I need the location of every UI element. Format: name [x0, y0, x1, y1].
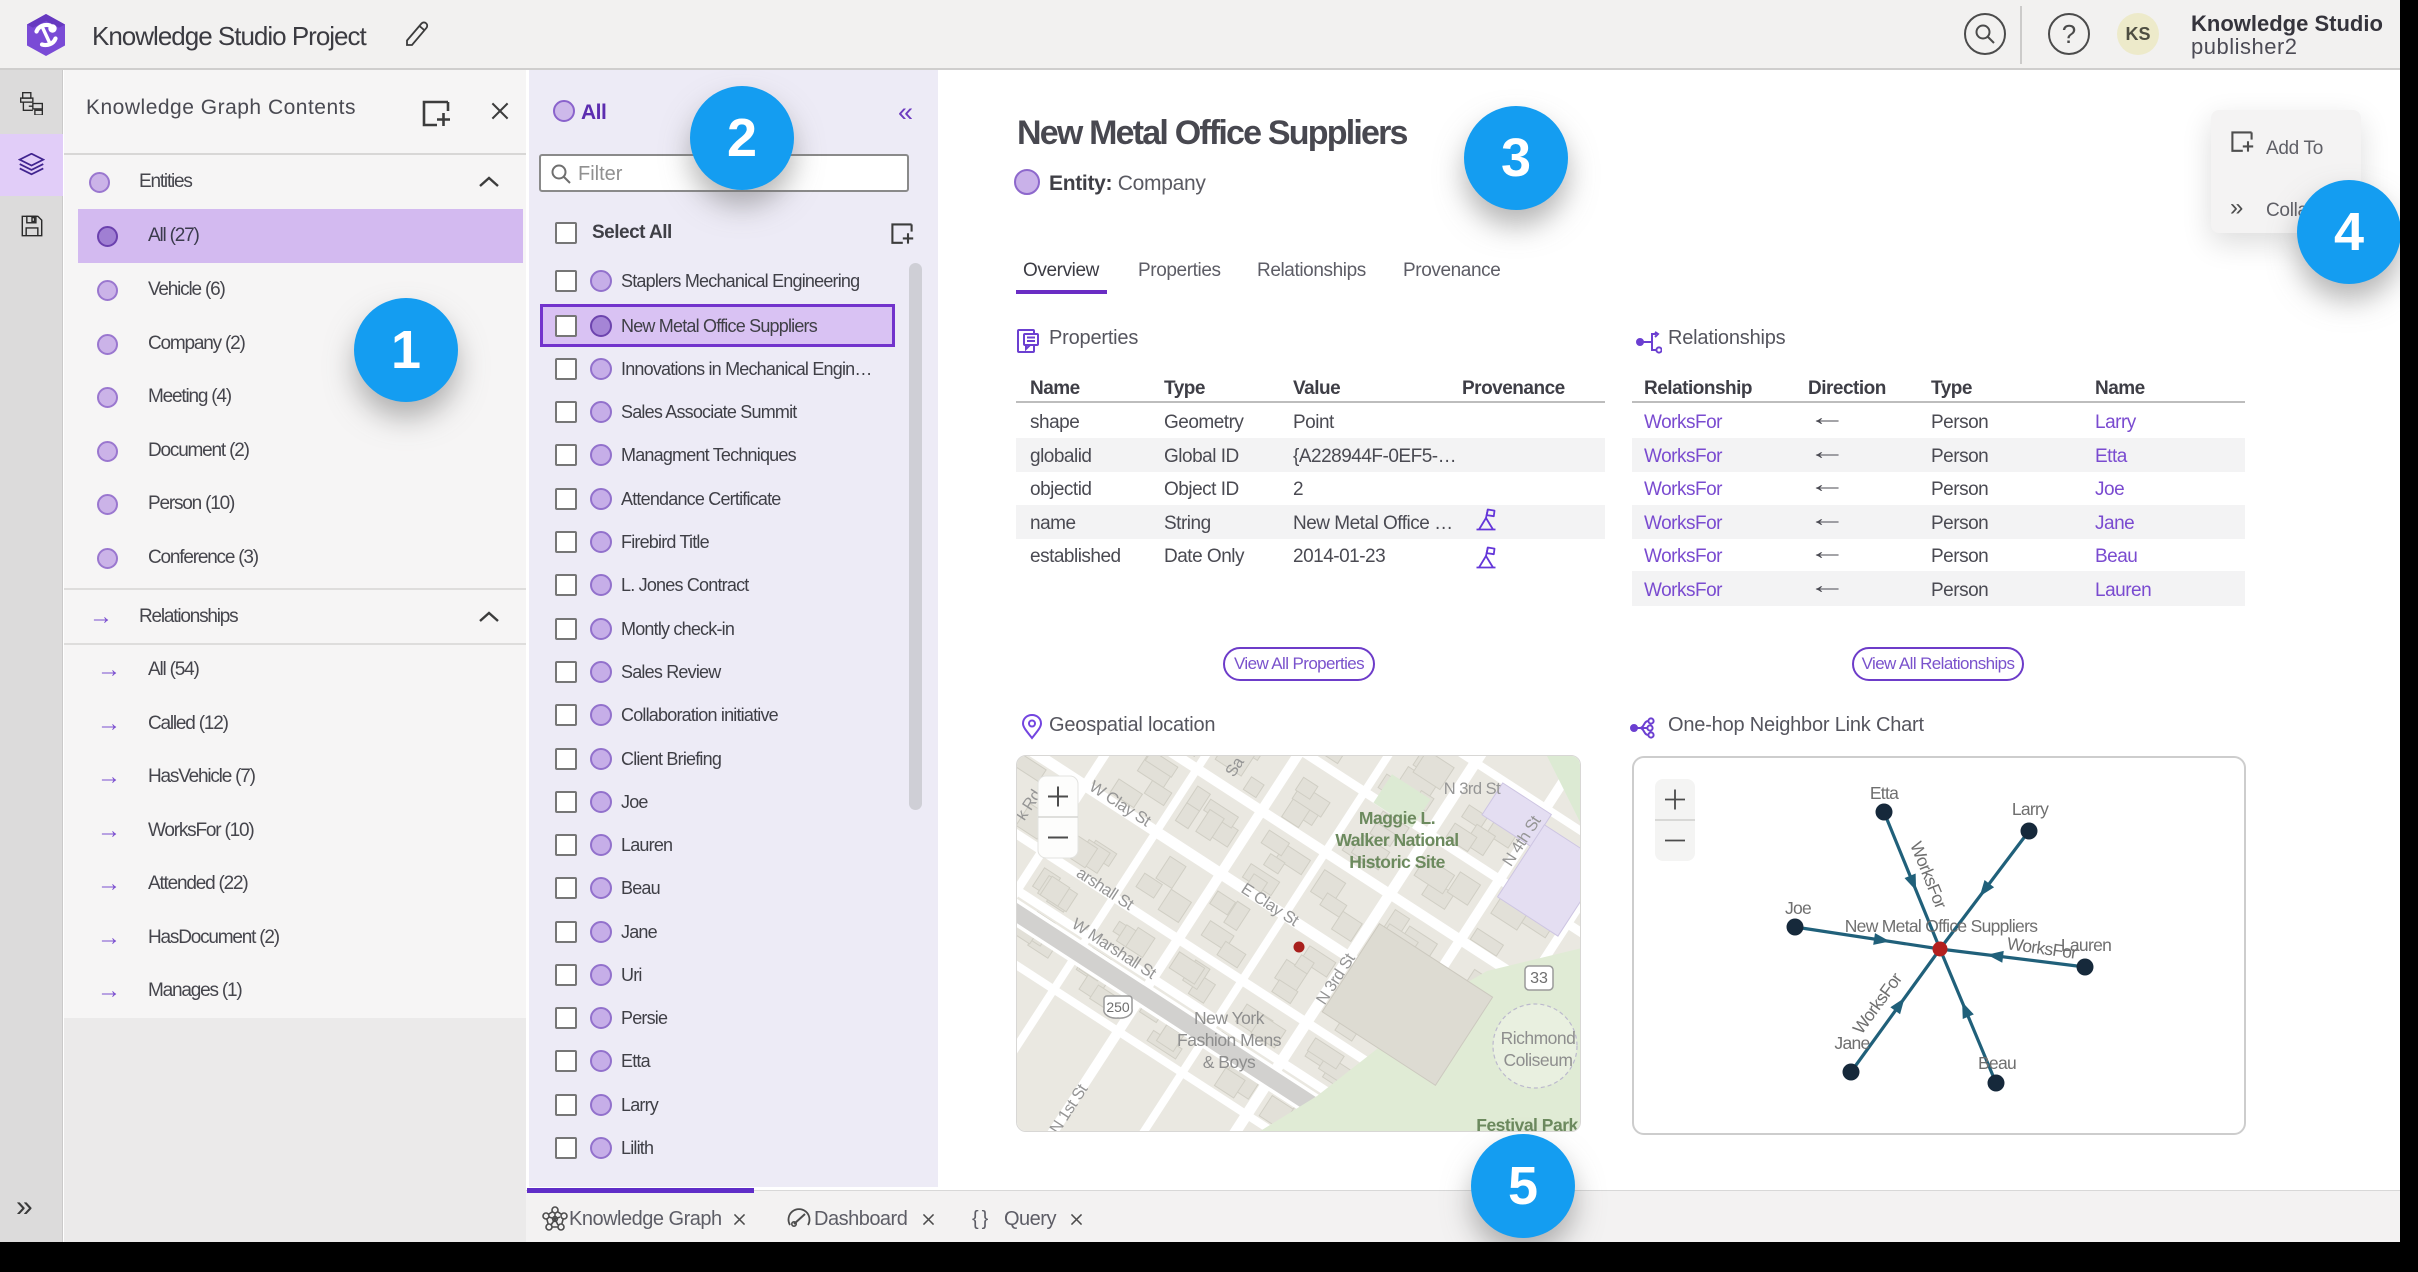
svg-text:Maggie L.: Maggie L.	[1359, 808, 1435, 828]
svg-text:New York: New York	[1194, 1008, 1265, 1028]
svg-text:Larry: Larry	[2012, 799, 2049, 819]
svg-text:250: 250	[1106, 999, 1130, 1015]
svg-text:Coliseum: Coliseum	[1504, 1050, 1573, 1070]
svg-text:Richmond: Richmond	[1501, 1028, 1576, 1048]
svg-text:& Boys: & Boys	[1203, 1052, 1256, 1072]
svg-text:Fashion Mens: Fashion Mens	[1177, 1030, 1282, 1050]
svg-text:Historic Site: Historic Site	[1349, 852, 1445, 872]
svg-text:Walker National: Walker National	[1335, 830, 1458, 850]
svg-text:Beau: Beau	[1978, 1053, 2016, 1073]
svg-text:Festival Park: Festival Park	[1476, 1115, 1578, 1132]
svg-text:N 3rd St: N 3rd St	[1444, 780, 1501, 798]
svg-text:Joe: Joe	[1785, 898, 1811, 918]
svg-text:Etta: Etta	[1870, 783, 1899, 803]
svg-text:33: 33	[1530, 970, 1548, 987]
